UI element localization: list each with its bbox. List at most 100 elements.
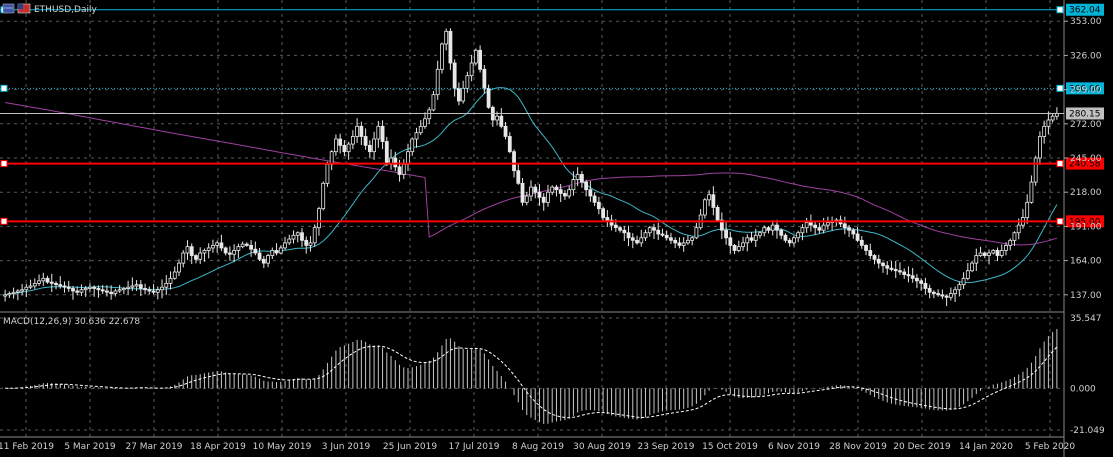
candle-body: [876, 258, 881, 264]
candle-body: [999, 250, 1004, 256]
candle-body: [588, 189, 593, 197]
candle-body: [524, 195, 529, 203]
candle-body: [45, 277, 50, 283]
candle-body: [1029, 181, 1034, 203]
candle-body: [800, 227, 805, 234]
candle-body: [143, 288, 147, 291]
price-tick-label: 299.00: [1070, 86, 1102, 96]
candle-body: [181, 252, 186, 264]
candle-body: [410, 138, 415, 153]
candle-body: [312, 227, 317, 244]
candle-body: [300, 232, 304, 241]
candle-body: [227, 252, 232, 255]
candle-body: [37, 280, 41, 284]
candle-body: [100, 289, 105, 292]
level-handle[interactable]: [1056, 6, 1064, 14]
date-label: 14 Jan 2020: [959, 442, 1013, 452]
candle-body: [923, 282, 928, 289]
candle-body: [715, 206, 720, 221]
candle-body: [1025, 201, 1030, 218]
candle-body: [728, 237, 733, 246]
candle-body: [11, 291, 16, 294]
level-handle[interactable]: [0, 217, 8, 225]
candle-body: [130, 285, 135, 288]
candle-body: [448, 30, 453, 64]
candle-body: [690, 237, 695, 241]
candle-body: [919, 280, 924, 284]
candle-body: [664, 234, 669, 239]
candle-body: [211, 244, 215, 249]
candle-body: [817, 227, 822, 231]
date-label: 25 Jun 2019: [383, 442, 437, 452]
candle-body: [232, 250, 237, 255]
candle-body: [478, 49, 483, 70]
candle-body: [164, 282, 169, 288]
candle-body: [367, 144, 372, 153]
level-handle[interactable]: [0, 160, 8, 168]
candle-body: [495, 115, 499, 121]
price-chart[interactable]: 362.04300.00280.15240.58195.00 353.00326…: [0, 0, 1113, 457]
candle-body: [982, 252, 987, 256]
candle-body: [372, 138, 376, 153]
candle-body: [656, 229, 661, 235]
candle-body: [473, 49, 478, 64]
candle-body: [304, 239, 309, 246]
candle-body: [673, 239, 678, 244]
candle-body: [1008, 239, 1013, 246]
level-handle[interactable]: [1056, 217, 1064, 225]
candle-body: [991, 250, 996, 254]
level-handle[interactable]: [0, 84, 8, 92]
candle-body: [787, 239, 792, 244]
macd-axis: 35.547 0.000 -21.049: [1070, 314, 1105, 436]
candle-body: [516, 170, 521, 184]
candle-body: [711, 194, 716, 208]
candle-body: [105, 290, 109, 293]
candle-body: [206, 247, 211, 251]
candle-body: [96, 288, 101, 291]
candle-body: [613, 224, 618, 229]
candle-body: [266, 255, 270, 264]
candle-body: [244, 243, 249, 246]
candle-body: [724, 229, 728, 239]
price-axis: 353.00 326.00 299.00 272.00 245.00 218.00 191.…: [1064, 17, 1102, 301]
candle-body: [363, 136, 368, 146]
candle-body: [618, 227, 622, 231]
date-label: 8 Aug 2019: [512, 442, 564, 452]
candle-body: [635, 239, 639, 244]
candle-body: [936, 293, 941, 296]
candle-body: [317, 208, 321, 229]
candle-body: [261, 258, 266, 264]
candle-body: [325, 163, 330, 184]
candle-body: [749, 237, 754, 241]
candle-body: [1046, 119, 1051, 127]
candle-body: [961, 277, 966, 286]
price-tick-label: 245.00: [1070, 154, 1102, 164]
candle-body: [741, 242, 745, 248]
date-label: 5 Mar 2019: [64, 442, 116, 452]
candle-body: [864, 244, 868, 251]
price-tick-label: 164.00: [1070, 257, 1102, 267]
candle-body: [702, 199, 707, 216]
candle-body: [223, 247, 228, 254]
candle-body: [859, 239, 864, 246]
candle-body: [198, 252, 203, 260]
date-label: 11 Feb 2019: [0, 442, 54, 452]
candle-body: [554, 186, 559, 191]
candle-body: [898, 270, 902, 273]
candle-body: [601, 208, 605, 218]
candle-body: [338, 138, 343, 146]
candle-body: [842, 223, 847, 229]
level-handle[interactable]: [1056, 160, 1064, 168]
candle-body: [469, 62, 474, 77]
candle-body: [24, 286, 29, 291]
candle-body: [215, 242, 220, 246]
candle-body: [291, 234, 296, 240]
candle-body: [278, 247, 283, 254]
candle-body: [978, 252, 983, 256]
candle-body: [109, 291, 114, 294]
candle-body: [885, 265, 890, 269]
candle-body: [584, 181, 589, 191]
candle-body: [342, 144, 347, 153]
candle-body: [626, 232, 631, 239]
level-handle[interactable]: [1056, 84, 1064, 92]
